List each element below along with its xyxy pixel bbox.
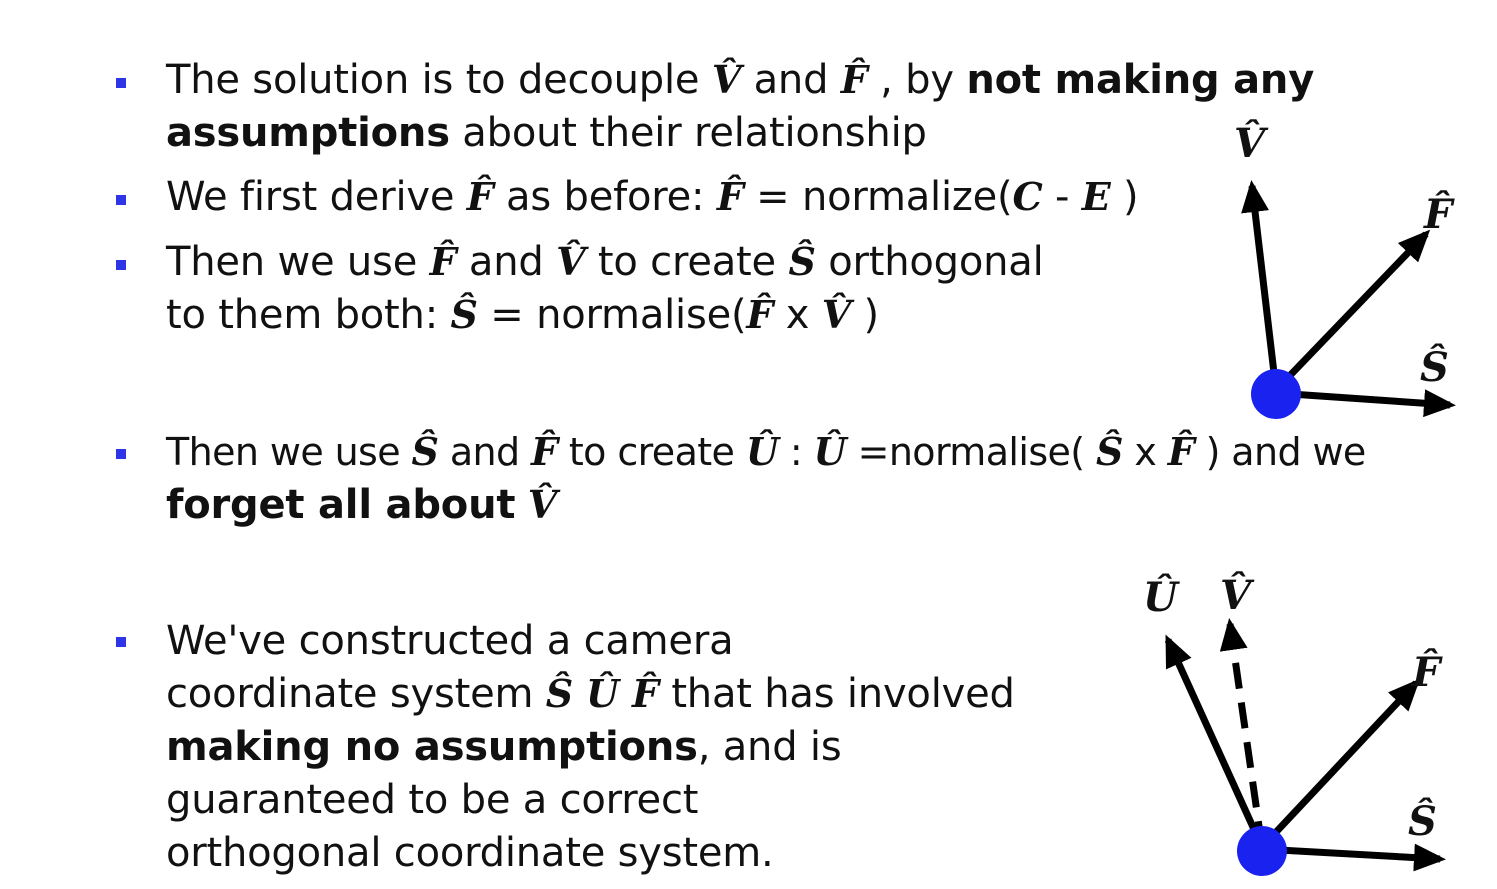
diagram-2-u-label: Û bbox=[1143, 574, 1178, 621]
diagram-1-s-label: Ŝ bbox=[1420, 344, 1449, 391]
origin-point bbox=[1251, 369, 1301, 419]
diagram-2 bbox=[1164, 618, 1446, 876]
f-vector-arrow bbox=[1273, 229, 1431, 393]
diagram-1-f-label: F̂ bbox=[1424, 191, 1453, 238]
diagram-2-s-label: Ŝ bbox=[1408, 798, 1437, 845]
origin-point bbox=[1237, 826, 1287, 876]
s-vector-arrow bbox=[1275, 389, 1456, 418]
vector-diagrams bbox=[1164, 180, 1456, 876]
diagram-1-v-label: V̂ bbox=[1234, 120, 1266, 167]
diagram-2-f-label: F̂ bbox=[1412, 649, 1441, 696]
f-vector-arrow bbox=[1259, 678, 1421, 850]
s-vector-arrow bbox=[1261, 843, 1446, 872]
v-vector-arrow bbox=[1241, 180, 1280, 391]
diagram-2-v-label: V̂ bbox=[1220, 572, 1252, 619]
